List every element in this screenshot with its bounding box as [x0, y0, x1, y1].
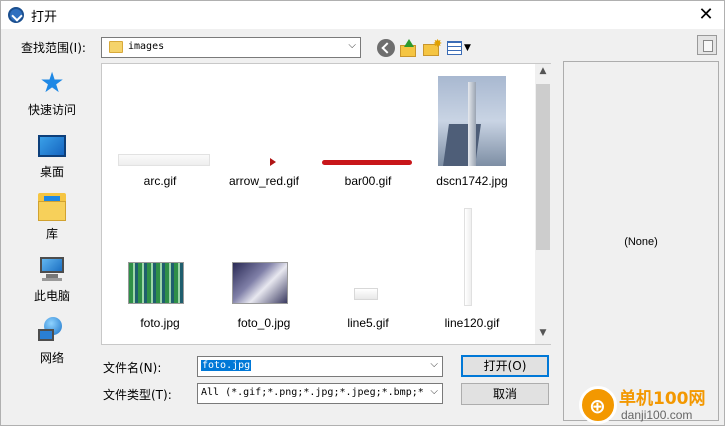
chevron-down-icon[interactable]: ⌵ [430, 386, 438, 397]
file-thumbnail [316, 72, 420, 170]
place-label: 网络 [39, 351, 64, 365]
file-name: line120.gif [444, 316, 500, 330]
place-label: 此电脑 [33, 289, 70, 303]
place-label: 库 [45, 227, 58, 241]
place-network[interactable]: 网络 [9, 311, 95, 369]
title-bar: 打开 ✕ [1, 1, 724, 29]
look-in-value: images [128, 41, 165, 52]
place-quick-access[interactable]: ★ 快速访问 [9, 63, 95, 121]
file-name: bar00.gif [344, 174, 392, 188]
back-icon[interactable] [377, 39, 395, 57]
file-name-value: foto.jpg [201, 360, 252, 371]
window-title: 打开 [31, 10, 58, 25]
file-item-arc[interactable]: arc.gif [108, 72, 212, 202]
folder-icon [109, 41, 123, 53]
file-thumbnail [108, 72, 212, 170]
library-icon [38, 193, 66, 221]
preview-toggle-icon[interactable] [697, 35, 717, 55]
file-name: arc.gif [143, 174, 177, 188]
file-thumbnail [420, 208, 524, 312]
file-thumbnail [212, 72, 316, 170]
open-button[interactable]: 打开(O) [461, 355, 549, 377]
chevron-down-icon[interactable]: ⌵ [430, 359, 438, 370]
place-label: 桌面 [39, 165, 64, 179]
network-icon [38, 317, 66, 345]
vertical-scrollbar[interactable]: ▲ ▼ [535, 64, 551, 344]
places-bar: ★ 快速访问 桌面 库 此电脑 网络 [9, 63, 95, 373]
watermark-logo-icon: ⊕ [579, 386, 617, 424]
new-folder-icon[interactable]: ✸ [422, 37, 442, 57]
file-name-field[interactable]: foto.jpg ⌵ [197, 356, 443, 377]
place-desktop[interactable]: 桌面 [9, 125, 95, 183]
watermark-title: 单机100网 [619, 389, 706, 409]
file-type-dropdown[interactable]: All (*.gif;*.png;*.jpg;*.jpeg;*.bmp;* ⌵ [197, 383, 443, 404]
file-thumbnail [420, 72, 524, 170]
watermark: ⊕ 单机100网 danji100.com [579, 383, 725, 426]
file-list[interactable]: arc.gif arrow_red.gif bar00.gif dscn1742… [101, 63, 551, 345]
look-in-label: 查找范围(I): [21, 41, 86, 55]
scroll-down-icon[interactable]: ▼ [535, 328, 551, 342]
preview-panel: (None) [563, 61, 719, 421]
file-name: line5.gif [347, 316, 389, 330]
file-item-dscn1742[interactable]: dscn1742.jpg [420, 72, 524, 202]
file-item-foto[interactable]: foto.jpg [108, 214, 212, 344]
app-icon [8, 7, 24, 23]
scroll-thumb[interactable] [536, 84, 550, 250]
file-type-label: 文件类型(T): [103, 388, 172, 402]
file-item-line5[interactable]: line5.gif [316, 214, 420, 344]
view-menu-icon[interactable]: ▼ [447, 39, 473, 57]
this-pc-icon [38, 255, 66, 283]
look-in-dropdown[interactable]: images ⌵ [101, 37, 361, 58]
desktop-icon [38, 135, 66, 157]
watermark-url: danji100.com [621, 408, 693, 422]
quick-access-star-icon: ★ [39, 66, 65, 99]
file-thumbnail [108, 214, 212, 312]
file-item-bar00[interactable]: bar00.gif [316, 72, 420, 202]
up-folder-icon[interactable] [399, 39, 417, 57]
cancel-button[interactable]: 取消 [461, 383, 549, 405]
place-this-pc[interactable]: 此电脑 [9, 249, 95, 307]
scroll-up-icon[interactable]: ▲ [535, 66, 551, 80]
place-label: 快速访问 [27, 103, 76, 117]
file-name: arrow_red.gif [228, 174, 300, 188]
file-item-arrow-red[interactable]: arrow_red.gif [212, 72, 316, 202]
file-name: foto_0.jpg [237, 316, 291, 330]
file-item-line120[interactable]: line120.gif [420, 208, 524, 344]
chevron-down-icon: ⌵ [348, 40, 356, 51]
file-name: foto.jpg [140, 316, 180, 330]
file-item-foto-0[interactable]: foto_0.jpg [212, 214, 316, 344]
open-file-dialog: 打开 ✕ 查找范围(I): images ⌵ ✸ ▼ ★ 快速访问 桌面 库 此… [0, 0, 725, 426]
close-button[interactable]: ✕ [689, 2, 723, 28]
place-library[interactable]: 库 [9, 187, 95, 245]
preview-text: (None) [624, 236, 658, 248]
file-name: dscn1742.jpg [436, 174, 508, 188]
file-name-label: 文件名(N): [103, 361, 162, 375]
file-thumbnail [212, 214, 316, 312]
file-type-value: All (*.gif;*.png;*.jpg;*.jpeg;*.bmp;* [201, 387, 423, 398]
file-thumbnail [316, 214, 420, 312]
